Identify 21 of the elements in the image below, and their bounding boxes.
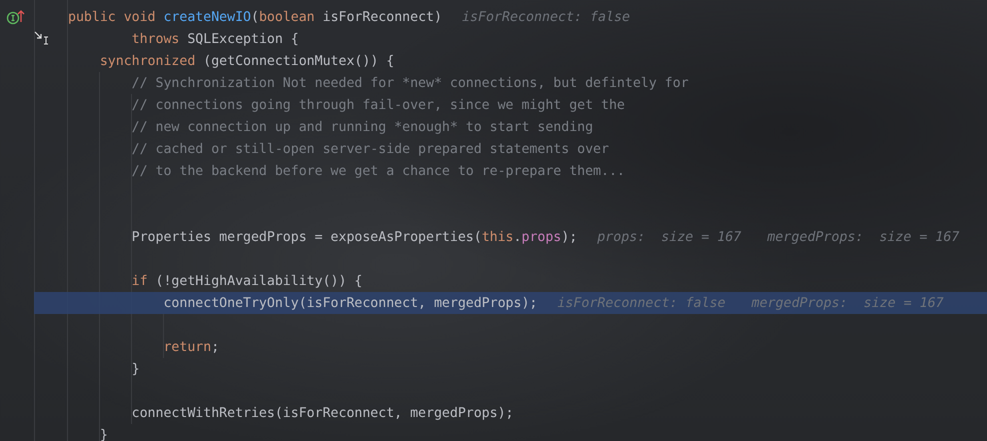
code-line: public void createNewIO(boolean isForReconnect): [68, 10, 442, 24]
inline-hint: isForReconnect: false: [462, 10, 630, 24]
code-line: // Synchronization Not needed for *new* connections, but defintely for: [130, 76, 689, 90]
code-line: throws SQLException {: [130, 32, 299, 46]
code-line: }: [130, 362, 140, 376]
code-line: synchronized (getConnectionMutex()) {: [98, 54, 394, 68]
inline-hint: mergedProps: size = 167: [752, 296, 944, 310]
inline-hint: isForReconnect: false: [557, 296, 726, 310]
code-line: // cached or still-open server-side prepared statements over: [130, 142, 609, 156]
code-line: // to the backend before we get a chance to re-prepare them...: [130, 164, 625, 178]
code-line: // connections going through fail-over, since we might get the: [130, 98, 625, 112]
code-line: }: [98, 428, 108, 441]
code-line: // new connection up and running *enough* to start sending: [130, 120, 594, 134]
code-line: connectOneTryOnly(isForReconnect, mergedProps);: [162, 296, 538, 310]
cursor-icon: [34, 31, 50, 45]
code-line: return;: [162, 340, 220, 354]
code-line: Properties mergedProps = exposeAsProperties(this.props);: [130, 230, 578, 244]
code-line: connectWithRetries(isForReconnect, mergedProps);: [130, 406, 514, 420]
inline-hint: mergedProps: size = 167: [767, 230, 960, 244]
inline-hint: props: size = 167: [597, 230, 742, 244]
code-line: if (!getHighAvailability()) {: [130, 274, 362, 288]
